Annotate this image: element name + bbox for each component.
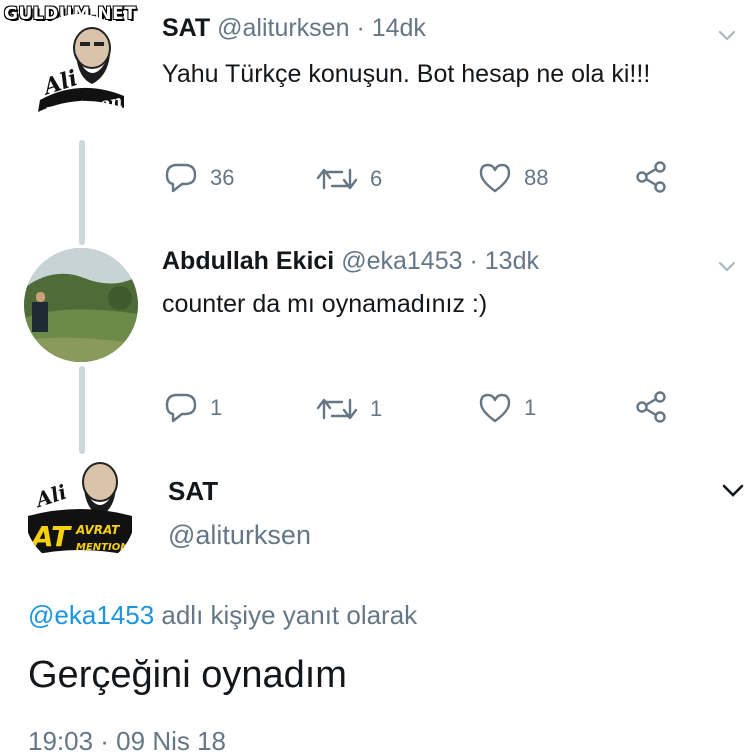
retweet-count: 1 xyxy=(370,396,383,421)
share-button[interactable] xyxy=(634,390,668,424)
chevron-down-icon[interactable] xyxy=(722,484,744,498)
reply-icon xyxy=(165,163,197,193)
share-icon xyxy=(636,161,666,193)
user-avatar-illustration: Ali AT AVRAT MENTION xyxy=(25,457,135,567)
author-handle[interactable]: @eka1453 xyxy=(341,247,462,275)
avatar[interactable]: Ali AT AVRAT MENTION xyxy=(24,456,136,568)
reply-context: @eka1453 adlı kişiye yanıt olarak xyxy=(28,600,417,631)
tweet-text: counter da mı oynamadınız :) xyxy=(162,290,488,318)
reply-button[interactable]: 1 xyxy=(164,392,222,424)
chevron-down-icon[interactable] xyxy=(718,261,736,273)
heart-icon xyxy=(479,393,511,423)
reply-count: 36 xyxy=(210,165,235,190)
separator-dot: · xyxy=(469,247,478,275)
thread-connector-line xyxy=(79,140,85,245)
avatar[interactable]: Ali Türkşen xyxy=(20,14,138,132)
tweet-header: Abdullah Ekici @eka1453 · 13dk xyxy=(162,247,539,276)
user-avatar-illustration: Ali Türkşen xyxy=(21,15,137,131)
share-button[interactable] xyxy=(634,160,668,194)
tweet-text: Gerçeğini oynadım xyxy=(28,654,347,696)
reply-count: 1 xyxy=(210,395,223,420)
author-name[interactable]: Abdullah Ekici xyxy=(162,247,334,275)
svg-text:AVRAT: AVRAT xyxy=(75,523,120,537)
like-button[interactable]: 1 xyxy=(478,392,536,424)
heart-icon xyxy=(479,163,511,193)
tweet-header: SAT @aliturksen · 14dk xyxy=(162,14,426,43)
author-handle[interactable]: @aliturksen xyxy=(168,520,311,551)
tweet-timestamp[interactable]: 19:03 · 09 Nis 18 xyxy=(28,726,226,752)
like-button[interactable]: 88 xyxy=(478,162,548,194)
chevron-down-icon[interactable] xyxy=(718,30,736,42)
avatar[interactable] xyxy=(24,248,138,362)
reply-button[interactable]: 36 xyxy=(164,162,234,194)
retweet-count: 6 xyxy=(370,166,383,191)
reply-mention-link[interactable]: @eka1453 xyxy=(28,600,154,630)
reply-icon xyxy=(165,393,197,423)
tweet-time[interactable]: 14dk xyxy=(372,14,426,42)
tweet-text: Yahu Türkçe konuşun. Bot hesap ne ola ki… xyxy=(162,60,651,88)
author-name[interactable]: SAT xyxy=(168,476,218,507)
user-avatar-photo xyxy=(24,248,138,362)
retweet-button[interactable]: 1 xyxy=(316,394,382,424)
author-handle[interactable]: @aliturksen xyxy=(217,14,349,42)
author-name[interactable]: SAT xyxy=(162,14,210,42)
retweet-icon xyxy=(316,168,358,190)
svg-text:MENTION: MENTION xyxy=(76,542,129,553)
reply-context-label: adlı kişiye yanıt olarak xyxy=(161,600,418,630)
share-icon xyxy=(636,391,666,423)
like-count: 88 xyxy=(524,165,549,190)
retweet-icon xyxy=(316,398,358,420)
separator-dot: · xyxy=(356,14,365,42)
tweet-time[interactable]: 13dk xyxy=(485,247,539,275)
retweet-button[interactable]: 6 xyxy=(316,164,382,194)
svg-text:AT: AT xyxy=(30,520,72,553)
thread-connector-line xyxy=(79,366,85,454)
like-count: 1 xyxy=(524,395,537,420)
